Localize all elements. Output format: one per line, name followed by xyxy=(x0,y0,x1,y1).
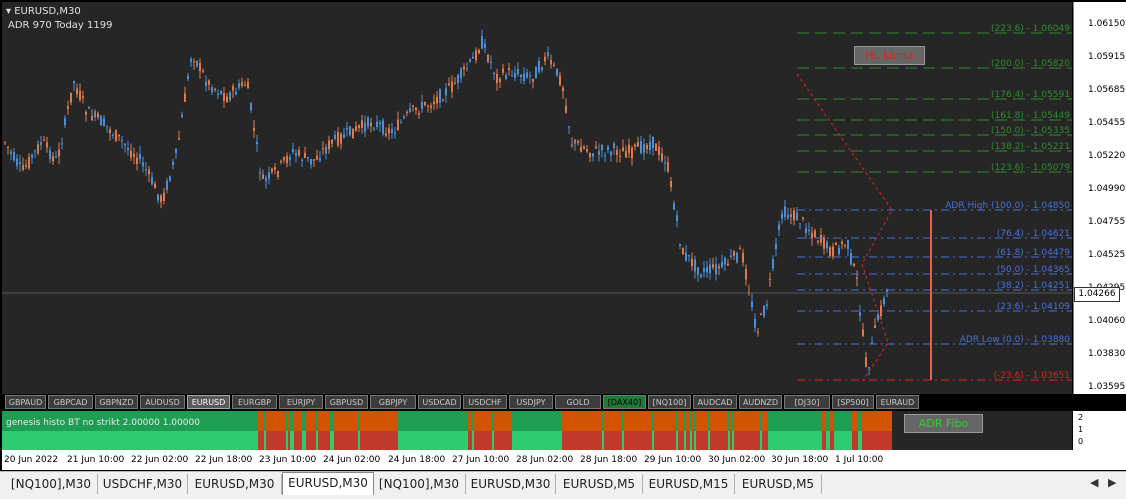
price-axis-label: 1.06150 xyxy=(1088,19,1126,29)
time-axis-label: 1 Jul 10:00 xyxy=(835,455,884,465)
indicator-axis-label: 2 xyxy=(1078,413,1084,422)
chart-title: ▾ EURUSD,M30 xyxy=(6,6,81,17)
symbol-button-gbpcad[interactable]: GBPCAD xyxy=(48,395,93,409)
symbol-button-euraud[interactable]: EURAUD xyxy=(876,395,919,409)
fibo-level-label: (123.6) - 1.05079 xyxy=(991,163,1070,173)
fibo-level-label: (76.4) - 1.04621 xyxy=(997,229,1070,239)
symbol-button-usdjpy[interactable]: USDJPY xyxy=(509,395,553,409)
price-axis-label: 1.05685 xyxy=(1088,85,1126,95)
price-axis-label: 1.03595 xyxy=(1088,382,1126,392)
chart-tab[interactable]: EURUSD,M5 xyxy=(556,474,643,494)
fibo-level-label: (176.4) - 1.05591 xyxy=(991,90,1070,100)
current-price-label: 1.04266 xyxy=(1074,287,1120,302)
time-axis-label: 28 Jun 02:00 xyxy=(516,455,574,465)
time-axis-label: 24 Jun 18:00 xyxy=(388,455,446,465)
tab-scroll-right-icon[interactable]: ▶ xyxy=(1108,476,1116,489)
price-axis-label: 1.04525 xyxy=(1088,250,1126,260)
symbol-button-audnzd[interactable]: AUDNZD xyxy=(739,395,782,409)
fibo-level-label: (223.6) - 1.06049 xyxy=(991,24,1070,34)
price-axis-label: 1.05220 xyxy=(1088,151,1126,161)
fibo-level-label: (23.6) - 1.04109 xyxy=(997,302,1071,312)
price-axis-label: 1.03830 xyxy=(1088,349,1126,359)
symbol-button-dax40[interactable]: [DAX40] xyxy=(603,395,646,409)
symbol-button-gbpjpy[interactable]: GBPJPY xyxy=(370,395,416,409)
indicator-label: genesis histo BT no strikt 2.00000 1.000… xyxy=(6,418,200,428)
fibo-level-label: (200.0) - 1.05820 xyxy=(991,59,1070,69)
symbol-button-gbpnzd[interactable]: GBPNZD xyxy=(95,395,138,409)
time-axis-label: 22 Jun 02:00 xyxy=(131,455,189,465)
hl-kama-button[interactable]: HL kama xyxy=(854,46,925,65)
symbol-button-audcad[interactable]: AUDCAD xyxy=(693,395,737,409)
time-axis-label: 21 Jun 10:00 xyxy=(67,455,125,465)
fibo-level-label: (50.0) - 1.04365 xyxy=(997,265,1070,275)
adr-fibo-button[interactable]: ADR Fibo xyxy=(904,414,983,433)
price-axis-label: 1.04990 xyxy=(1088,184,1126,194)
price-axis-label: 1.04755 xyxy=(1088,217,1126,227)
time-axis-label: 20 Jun 2022 xyxy=(4,455,59,465)
fibo-level-label: (150.0) - 1.05335 xyxy=(991,126,1070,136)
time-axis-label: 27 Jun 10:00 xyxy=(452,455,510,465)
symbol-title: EURUSD,M30 xyxy=(14,6,81,17)
histogram-bars xyxy=(2,411,892,450)
symbol-button-gbpusd[interactable]: GBPUSD xyxy=(325,395,368,409)
time-axis-label: 29 Jun 10:00 xyxy=(644,455,702,465)
price-axis-label: 1.05915 xyxy=(1088,52,1126,62)
adr-info: ADR 970 Today 1199 xyxy=(8,20,113,31)
chart-tab[interactable]: EURUSD,M30 xyxy=(282,472,374,495)
price-axis-label: 1.05455 xyxy=(1088,118,1126,128)
chevron-down-icon[interactable]: ▾ xyxy=(6,6,11,17)
time-axis-label: 28 Jun 18:00 xyxy=(580,455,638,465)
symbol-button-gold[interactable]: GOLD xyxy=(555,395,601,409)
symbol-button-sp500[interactable]: [SP500] xyxy=(832,395,874,409)
time-axis-label: 24 Jun 02:00 xyxy=(323,455,381,465)
symbol-button-dj30[interactable]: [DJ30] xyxy=(784,395,830,409)
candles xyxy=(4,29,888,376)
symbol-button-nq100[interactable]: [NQ100] xyxy=(648,395,691,409)
fibo-level-label: (61.8) - 1.04479 xyxy=(997,248,1071,258)
indicator-axis-label: 1 xyxy=(1078,425,1084,434)
fibo-level-label: (161.8) - 1.05449 xyxy=(991,111,1070,121)
symbol-button-usdcad[interactable]: USDCAD xyxy=(418,395,461,409)
chart-tab[interactable]: EURUSD,M30 xyxy=(188,474,282,494)
symbol-button-gbpaud[interactable]: GBPAUD xyxy=(5,395,46,409)
symbol-button-usdchf[interactable]: USDCHF xyxy=(463,395,507,409)
fibo-level-label: ADR High (100.0) - 1.04850 xyxy=(945,201,1070,211)
time-axis-label: 30 Jun 02:00 xyxy=(708,455,766,465)
fibo-level-label: (138.2) - 1.05221 xyxy=(991,142,1070,152)
chart-tab[interactable]: USDCHF,M30 xyxy=(98,474,188,494)
time-axis-label: 22 Jun 18:00 xyxy=(195,455,253,465)
fibo-level-label: (-23.6) - 1.03651 xyxy=(994,371,1071,381)
chart-tab[interactable]: EURUSD,M30 xyxy=(466,474,556,494)
chart-tab[interactable]: [NQ100],M30 xyxy=(373,474,466,494)
chart-tab[interactable]: EURUSD,M5 xyxy=(735,474,822,494)
price-axis-label: 1.04060 xyxy=(1088,316,1126,326)
indicator-axis-label: 20 xyxy=(1078,399,1089,408)
fibo-level-label: (38.2) - 1.04251 xyxy=(997,281,1070,291)
chart-tab[interactable]: EURUSD,M15 xyxy=(643,474,735,494)
time-axis-label: 30 Jun 18:00 xyxy=(771,455,829,465)
symbol-button-eurgbp[interactable]: EURGBP xyxy=(232,395,277,409)
chart-tab[interactable]: [NQ100],M30 xyxy=(5,474,98,494)
symbol-button-audusd[interactable]: AUDUSD xyxy=(140,395,185,409)
fibo-level-label: ADR Low (0.0) - 1.03880 xyxy=(960,335,1071,345)
time-axis-label: 23 Jun 10:00 xyxy=(259,455,317,465)
symbol-button-eurusd[interactable]: EURUSD xyxy=(187,395,230,409)
symbol-button-eurjpy[interactable]: EURJPY xyxy=(279,395,323,409)
indicator-axis-label: 0 xyxy=(1078,437,1084,446)
tab-scroll-left-icon[interactable]: ◀ xyxy=(1090,476,1098,489)
